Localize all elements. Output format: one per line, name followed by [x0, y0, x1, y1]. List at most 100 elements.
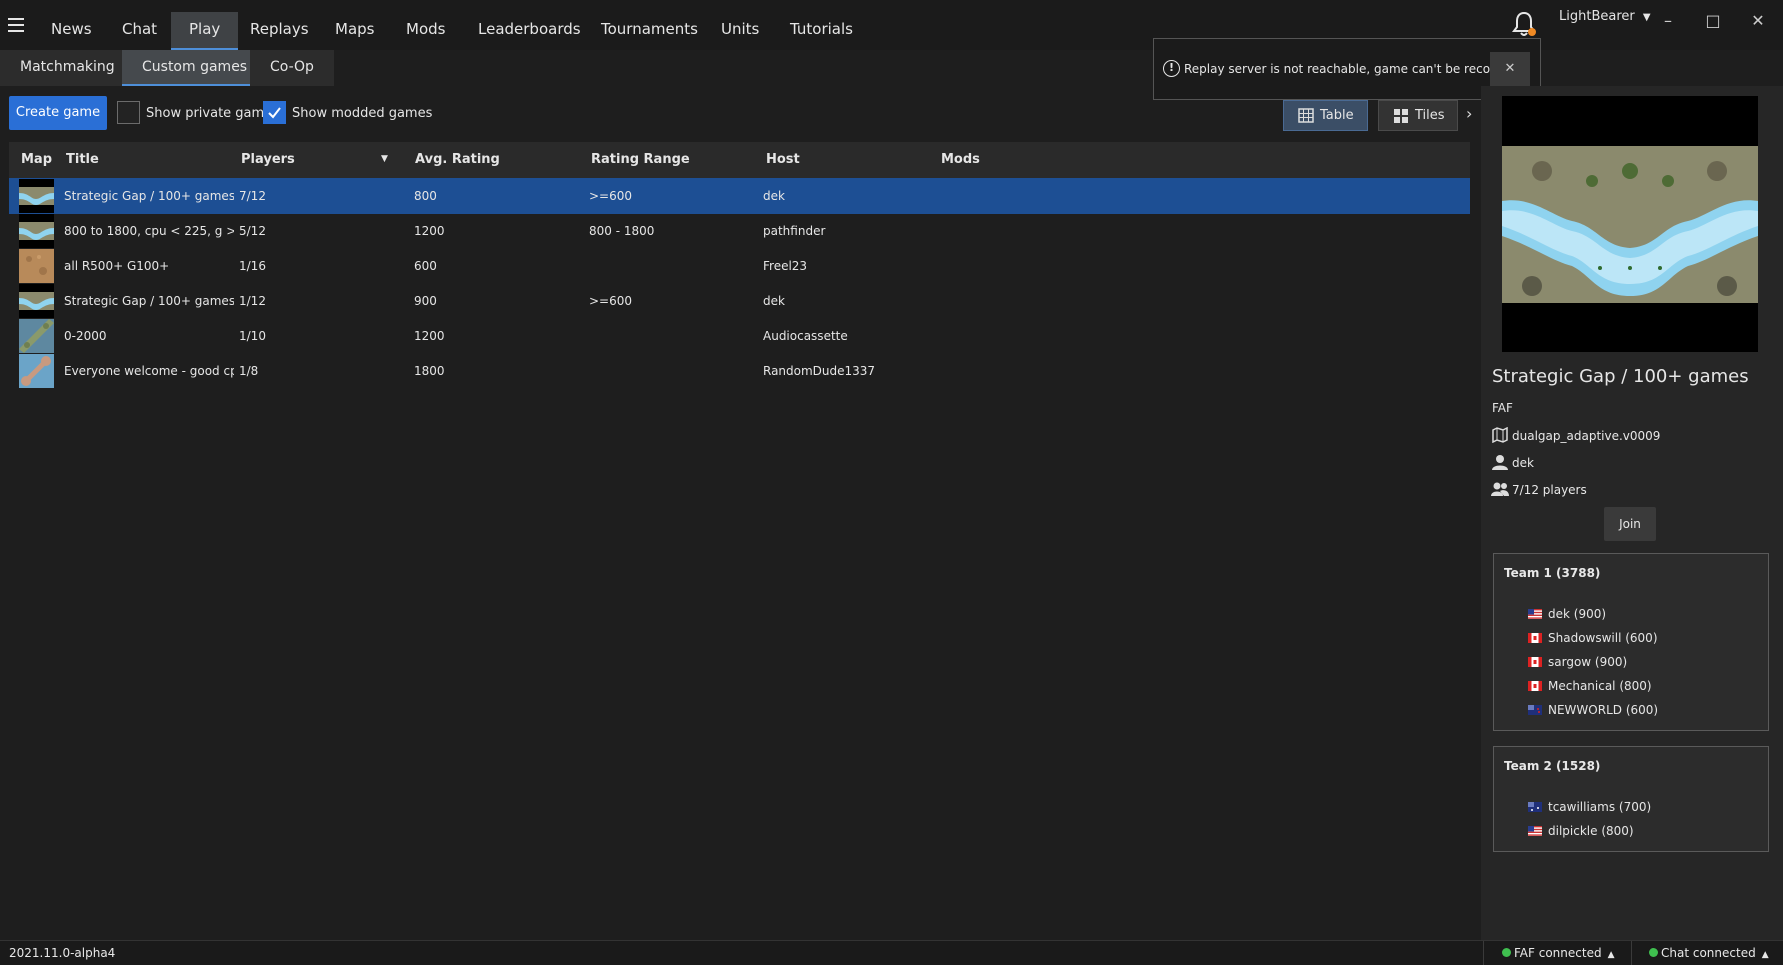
close-window-icon[interactable]: ✕	[1746, 10, 1770, 32]
table-icon	[1298, 108, 1314, 123]
warning-icon: !	[1163, 60, 1180, 77]
team-player[interactable]: tcawilliams (700)	[1528, 795, 1651, 819]
faf-connection-status[interactable]: FAF connected ▲	[1502, 946, 1614, 960]
subtab-matchmaking[interactable]: Matchmaking	[0, 50, 135, 86]
column-header-host[interactable]: Host	[766, 142, 800, 178]
flag-icon	[1528, 603, 1542, 619]
team-2-box: Team 2 (1528) tcawilliams (700) dilpickle…	[1493, 746, 1769, 852]
show-private-games-label: Show private games	[146, 106, 279, 121]
show-private-games-checkbox[interactable]	[117, 101, 140, 124]
player-count: 7/12 players	[1512, 483, 1587, 497]
create-game-button[interactable]: Create game	[9, 96, 107, 130]
table-row[interactable]: 0-2000 1/10 1200 Audiocassette	[9, 318, 1470, 354]
nav-tab-units[interactable]: Units	[703, 12, 777, 50]
column-header-avg-rating[interactable]: Avg. Rating	[415, 142, 500, 178]
cell-mods	[939, 353, 1109, 389]
player-name: dek (900)	[1548, 607, 1607, 621]
table-view-button[interactable]: Table	[1283, 100, 1368, 131]
nav-tab-replays[interactable]: Replays	[232, 12, 327, 50]
nav-tab-chat[interactable]: Chat	[104, 12, 175, 50]
join-button[interactable]: Join	[1604, 507, 1656, 541]
map-thumbnail	[19, 179, 54, 213]
table-row[interactable]: Strategic Gap / 100+ games 1/12 900 >=600 de…	[9, 283, 1470, 319]
team-player[interactable]: Shadowswill (600)	[1528, 626, 1658, 650]
team-player[interactable]: sargow (900)	[1528, 650, 1658, 674]
nav-tab-play[interactable]: Play	[171, 12, 239, 50]
cell-avg-rating: 1800	[414, 364, 445, 378]
cell-rating-range: 800 - 1800	[589, 224, 655, 238]
table-row[interactable]: Strategic Gap / 100+ games 7/12 800 >=600 de…	[9, 178, 1470, 214]
cell-players: 1/12	[239, 294, 266, 308]
column-header-map[interactable]: Map	[21, 142, 52, 178]
player-name: Shadowswill (600)	[1548, 631, 1658, 645]
chat-connection-status[interactable]: Chat connected ▲	[1649, 946, 1769, 960]
chevron-up-icon: ▲	[1607, 950, 1615, 960]
flag-icon	[1528, 796, 1542, 812]
dismiss-notification-button[interactable]: ✕	[1490, 52, 1530, 86]
minimize-icon[interactable]: –	[1656, 10, 1680, 32]
person-icon	[1492, 454, 1508, 470]
nav-tab-maps[interactable]: Maps	[317, 12, 392, 50]
cell-players: 5/12	[239, 224, 266, 238]
cell-host: Freel23	[763, 259, 808, 273]
username: LightBearer	[1559, 9, 1635, 24]
chevron-up-icon: ▲	[1761, 950, 1769, 960]
cell-rating-range	[589, 318, 759, 354]
nav-tab-news[interactable]: News	[33, 12, 110, 50]
chat-status-label: Chat connected	[1661, 946, 1756, 960]
tiles-view-button[interactable]: Tiles	[1378, 100, 1458, 131]
map-thumbnail	[19, 214, 54, 248]
map-preview	[1502, 96, 1758, 352]
table-row[interactable]: Everyone welcome - good cp... 1/8 1800 Rand…	[9, 353, 1470, 389]
team-player[interactable]: dek (900)	[1528, 602, 1658, 626]
table-row[interactable]: 800 to 1800, cpu < 225, g > ... 5/12 1200 8…	[9, 213, 1470, 249]
faf-status-label: FAF connected	[1514, 946, 1602, 960]
column-header-title[interactable]: Title	[66, 142, 99, 178]
games-table-header: Map Title Players ▼ Avg. Rating Rating R…	[9, 142, 1470, 178]
nav-tab-leaderboards[interactable]: Leaderboards	[460, 12, 599, 50]
subtab-custom-games[interactable]: Custom games	[122, 50, 268, 86]
show-modded-games-checkbox[interactable]	[263, 101, 286, 124]
subtab-co-op[interactable]: Co-Op	[250, 50, 334, 86]
player-name: sargow (900)	[1548, 655, 1628, 669]
column-header-mods[interactable]: Mods	[941, 142, 980, 178]
menu-icon[interactable]	[8, 18, 24, 32]
sort-descending-icon: ▼	[381, 154, 388, 164]
nav-tab-tutorials[interactable]: Tutorials	[772, 12, 871, 50]
cell-players: 1/16	[239, 259, 266, 273]
collapse-panel-chevron-icon[interactable]: ›	[1466, 104, 1472, 123]
team-1-player-list: dek (900) Shadowswill (600) sargow (900) Me…	[1528, 602, 1658, 722]
team-player[interactable]: NEWWORLD (600)	[1528, 698, 1658, 722]
team-1-box: Team 1 (3788) dek (900) Shadowswill (600)…	[1493, 553, 1769, 731]
maximize-icon[interactable]: □	[1701, 10, 1725, 32]
cell-rating-range: >=600	[589, 294, 633, 308]
map-name: dualgap_adaptive.v0009	[1512, 429, 1661, 443]
cell-host: dek	[763, 189, 785, 203]
team-2-label: Team 2 (1528)	[1504, 759, 1601, 773]
cell-host: RandomDude1337	[763, 364, 876, 378]
cell-rating-range	[589, 353, 759, 389]
status-bar: 2021.11.0-alpha4 FAF connected ▲ Chat con…	[0, 940, 1783, 965]
map-thumbnail	[19, 319, 54, 353]
featured-mod: FAF	[1492, 401, 1513, 415]
team-player[interactable]: Mechanical (800)	[1528, 674, 1658, 698]
show-modded-games-label: Show modded games	[292, 106, 433, 121]
user-menu[interactable]: LightBearer ▼	[1559, 9, 1651, 24]
cell-mods	[939, 318, 1109, 354]
checkmark-icon	[268, 107, 281, 119]
cell-host: Audiocassette	[763, 329, 848, 343]
nav-tab-tournaments[interactable]: Tournaments	[583, 12, 716, 50]
cell-host: dek	[763, 294, 785, 308]
nav-tab-mods[interactable]: Mods	[388, 12, 463, 50]
team-player[interactable]: dilpickle (800)	[1528, 819, 1651, 843]
column-header-players[interactable]: Players	[241, 142, 295, 178]
map-preview-image	[1502, 146, 1758, 303]
player-name: tcawilliams (700)	[1548, 800, 1652, 814]
notification-bell-icon[interactable]	[1511, 10, 1537, 38]
tiles-view-label: Tiles	[1415, 108, 1445, 123]
cell-host: pathfinder	[763, 224, 826, 238]
column-header-rating-range[interactable]: Rating Range	[591, 142, 690, 178]
cell-avg-rating: 600	[414, 259, 437, 273]
table-row[interactable]: all R500+ G100+ 1/16 600 Freel23	[9, 248, 1470, 284]
cell-avg-rating: 900	[414, 294, 437, 308]
